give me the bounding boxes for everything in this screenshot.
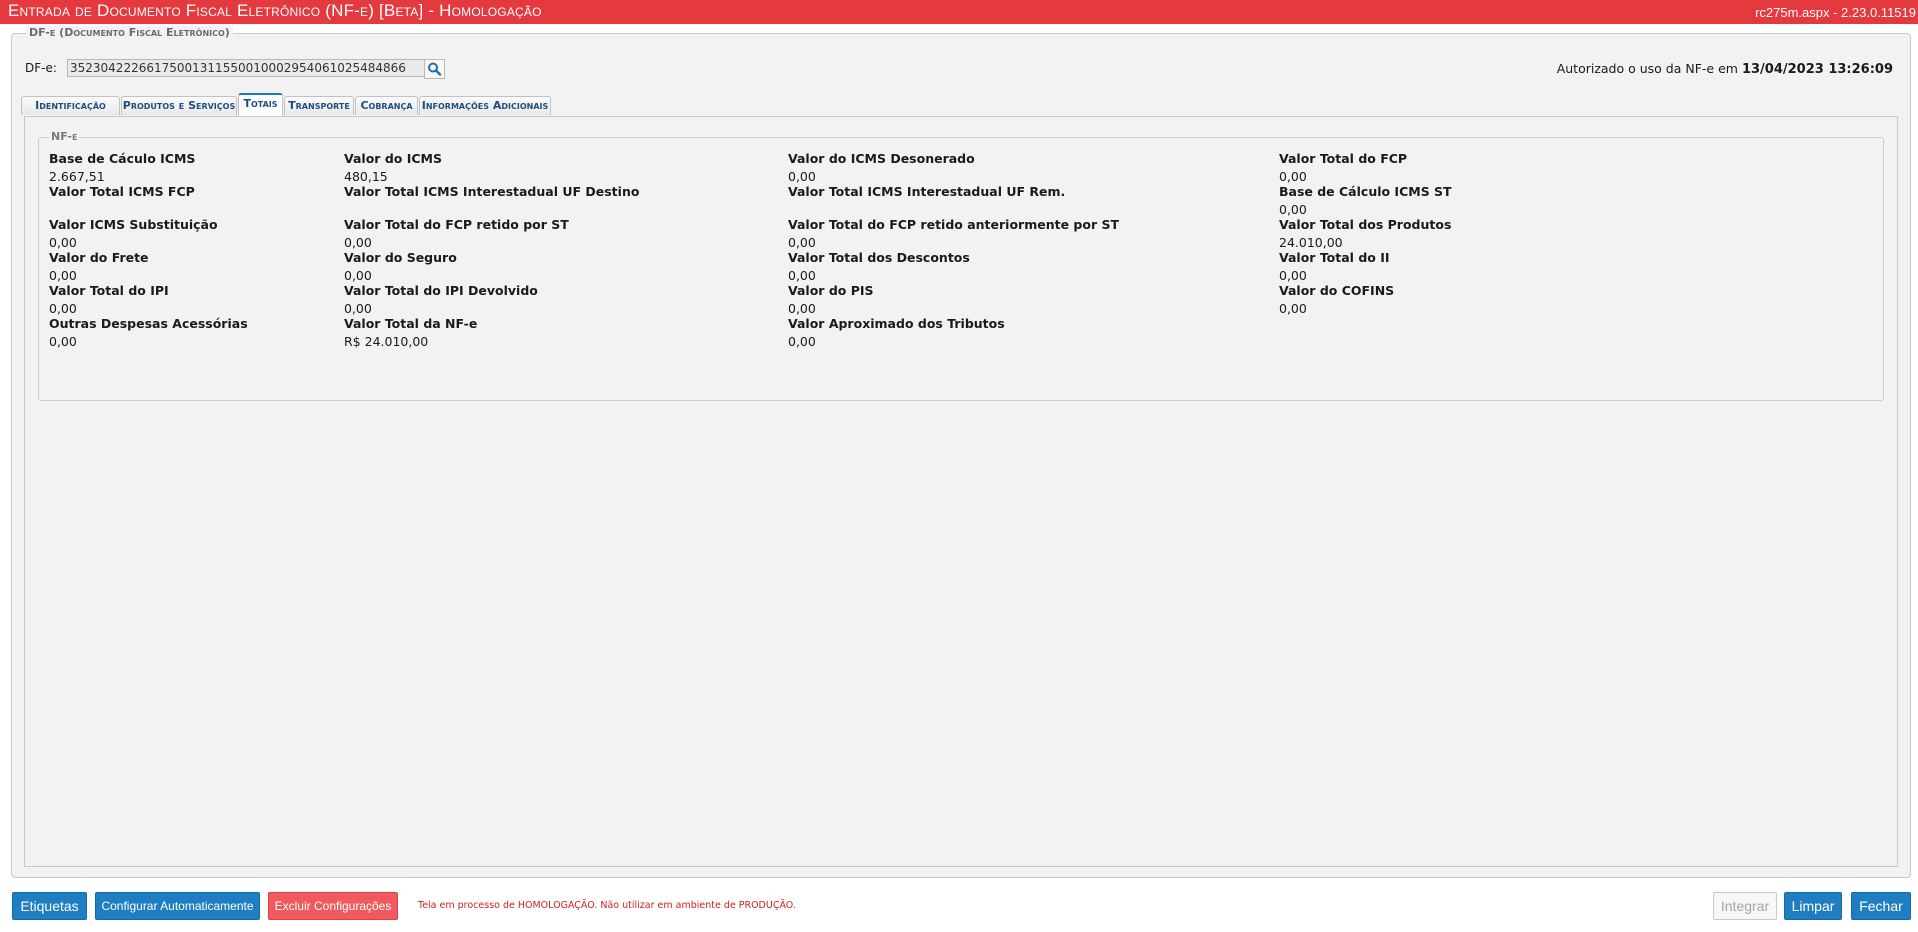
field-valor-total-descontos: Valor Total dos Descontos 0,00: [788, 250, 970, 283]
field-label: Valor Total do FCP retido por ST: [344, 217, 569, 232]
dfe-fieldset: DF-e (Documento Fiscal Eletrônico) DF-e:…: [11, 26, 1911, 878]
field-icms-interestadual-uf-destino: Valor Total ICMS Interestadual UF Destin…: [344, 184, 639, 202]
tab-transporte[interactable]: Transporte: [284, 96, 354, 115]
dfe-fieldset-legend: DF-e (Documento Fiscal Eletrônico): [26, 26, 233, 39]
tab-cobranca[interactable]: Cobrança: [355, 96, 418, 115]
field-value: 2.667,51: [49, 169, 105, 184]
totais-panel: NF-e Base de Cáculo ICMS 2.667,51 Valor …: [24, 116, 1898, 867]
field-value: 0,00: [1279, 301, 1307, 316]
field-valor-total-icms-fcp: Valor Total ICMS FCP: [49, 184, 195, 202]
field-label: Valor Total da NF-e: [344, 316, 478, 331]
field-label: Valor do Frete: [49, 250, 149, 265]
title-bar: Entrada de Documento Fiscal Eletrônico (…: [0, 0, 1918, 24]
field-valor-total-ipi: Valor Total do IPI 0,00: [49, 283, 169, 316]
field-label: Outras Despesas Acessórias: [49, 316, 248, 331]
field-valor-total-fcp: Valor Total do FCP 0,00: [1279, 151, 1407, 184]
field-label: Valor Total do FCP retido anteriormente …: [788, 217, 1119, 232]
field-base-calculo-icms: Base de Cáculo ICMS 2.667,51: [49, 151, 195, 184]
field-valor-pis: Valor do PIS 0,00: [788, 283, 874, 316]
window-title: Entrada de Documento Fiscal Eletrônico (…: [8, 1, 542, 20]
field-valor-total-ii: Valor Total do II 0,00: [1279, 250, 1390, 283]
excluir-configuracoes-button[interactable]: Excluir Configurações: [268, 892, 398, 920]
field-label: Valor do PIS: [788, 283, 874, 298]
field-value: 0,00: [49, 334, 77, 349]
field-label: Base de Cálculo ICMS ST: [1279, 184, 1452, 199]
field-valor-icms: Valor do ICMS 480,15: [344, 151, 442, 184]
field-label: Valor do Seguro: [344, 250, 457, 265]
field-value: 0,00: [788, 301, 816, 316]
dfe-key-input[interactable]: [67, 59, 428, 77]
field-value: 0,00: [49, 301, 77, 316]
field-label: Valor Total do FCP: [1279, 151, 1408, 166]
fechar-button[interactable]: Fechar: [1851, 892, 1911, 920]
limpar-button[interactable]: Limpar: [1784, 892, 1842, 920]
field-outras-despesas: Outras Despesas Acessórias 0,00: [49, 316, 248, 349]
field-value: 0,00: [1279, 268, 1307, 283]
field-valor-total-produtos: Valor Total dos Produtos 24.010,00: [1279, 217, 1451, 250]
field-value: 0,00: [344, 268, 372, 283]
magnifier-icon[interactable]: [424, 59, 445, 79]
field-fcp-retido-anteriormente-st: Valor Total do FCP retido anteriormente …: [788, 217, 1119, 250]
version-label: rc275m.aspx - 2.23.0.11519: [1755, 5, 1916, 20]
tab-produtos-servicos[interactable]: Produtos e Serviços: [121, 96, 237, 115]
field-label: Valor Total do II: [1279, 250, 1390, 265]
field-value: 0,00: [1279, 202, 1307, 217]
field-label: Valor Aproximado dos Tributos: [788, 316, 1005, 331]
field-valor-seguro: Valor do Seguro 0,00: [344, 250, 457, 283]
field-valor-icms-substituicao: Valor ICMS Substituição 0,00: [49, 217, 218, 250]
field-value: 0,00: [1279, 169, 1307, 184]
field-valor-aproximado-tributos: Valor Aproximado dos Tributos 0,00: [788, 316, 1005, 349]
field-value: 0,00: [49, 268, 77, 283]
field-value: 24.010,00: [1279, 235, 1343, 250]
field-label: Valor Total dos Produtos: [1279, 217, 1452, 232]
field-valor-total-nfe: Valor Total da NF-e R$ 24.010,00: [344, 316, 477, 349]
field-value: 0,00: [788, 334, 816, 349]
field-label: Valor do COFINS: [1279, 283, 1395, 298]
field-value: 0,00: [344, 235, 372, 250]
authorization-status: Autorizado o uso da NF-e em 13/04/2023 1…: [1557, 61, 1893, 77]
tab-identificacao[interactable]: Identificação: [21, 96, 120, 115]
field-base-calculo-icms-st: Base de Cálculo ICMS ST 0,00: [1279, 184, 1452, 217]
etiquetas-button[interactable]: Etiquetas: [12, 892, 87, 920]
field-label: Valor Total do IPI: [49, 283, 169, 298]
nfe-group-legend: NF-e: [49, 130, 80, 143]
field-label: Valor Total ICMS Interestadual UF Rem.: [788, 184, 1066, 199]
field-label: Valor Total dos Descontos: [788, 250, 970, 265]
dfe-key-label: DF-e:: [25, 61, 57, 75]
field-value: 0,00: [49, 235, 77, 250]
field-valor-cofins: Valor do COFINS 0,00: [1279, 283, 1394, 316]
configurar-automaticamente-button[interactable]: Configurar Automaticamente: [95, 892, 260, 920]
field-label: Base de Cáculo ICMS: [49, 151, 196, 166]
field-valor-frete: Valor do Frete 0,00: [49, 250, 149, 283]
field-label: Valor do ICMS: [344, 151, 442, 166]
field-value: 480,15: [344, 169, 388, 184]
field-icms-interestadual-uf-rem: Valor Total ICMS Interestadual UF Rem.: [788, 184, 1065, 202]
homologation-warning: Tela em processo de HOMOLOGAÇÃO. Não uti…: [418, 900, 796, 911]
field-label: Valor Total ICMS Interestadual UF Destin…: [344, 184, 640, 199]
footer-toolbar: Etiquetas Configurar Automaticamente Exc…: [0, 880, 1918, 932]
field-value: R$ 24.010,00: [344, 334, 429, 349]
authorization-datetime: 13/04/2023 13:26:09: [1741, 62, 1893, 77]
field-valor-icms-desonerado: Valor do ICMS Desonerado 0,00: [788, 151, 975, 184]
field-label: Valor Total ICMS FCP: [49, 184, 195, 199]
field-label: Valor Total do IPI Devolvido: [344, 283, 538, 298]
field-fcp-retido-st: Valor Total do FCP retido por ST 0,00: [344, 217, 569, 250]
tab-informacoes-adicionais[interactable]: Informações Adicionais: [419, 96, 551, 115]
field-value: 0,00: [788, 235, 816, 250]
field-value: 0,00: [788, 169, 816, 184]
tab-totais[interactable]: Totais: [238, 93, 283, 116]
nfe-totals-group: NF-e Base de Cáculo ICMS 2.667,51 Valor …: [38, 130, 1884, 401]
field-label: Valor do ICMS Desonerado: [788, 151, 975, 166]
field-value: 0,00: [788, 268, 816, 283]
field-valor-total-ipi-devolvido: Valor Total do IPI Devolvido 0,00: [344, 283, 538, 316]
authorization-status-prefix: Autorizado o uso da NF-e em: [1556, 61, 1738, 76]
field-value: 0,00: [344, 301, 372, 316]
field-label: Valor ICMS Substituição: [49, 217, 218, 232]
integrar-button[interactable]: Integrar: [1713, 892, 1777, 920]
